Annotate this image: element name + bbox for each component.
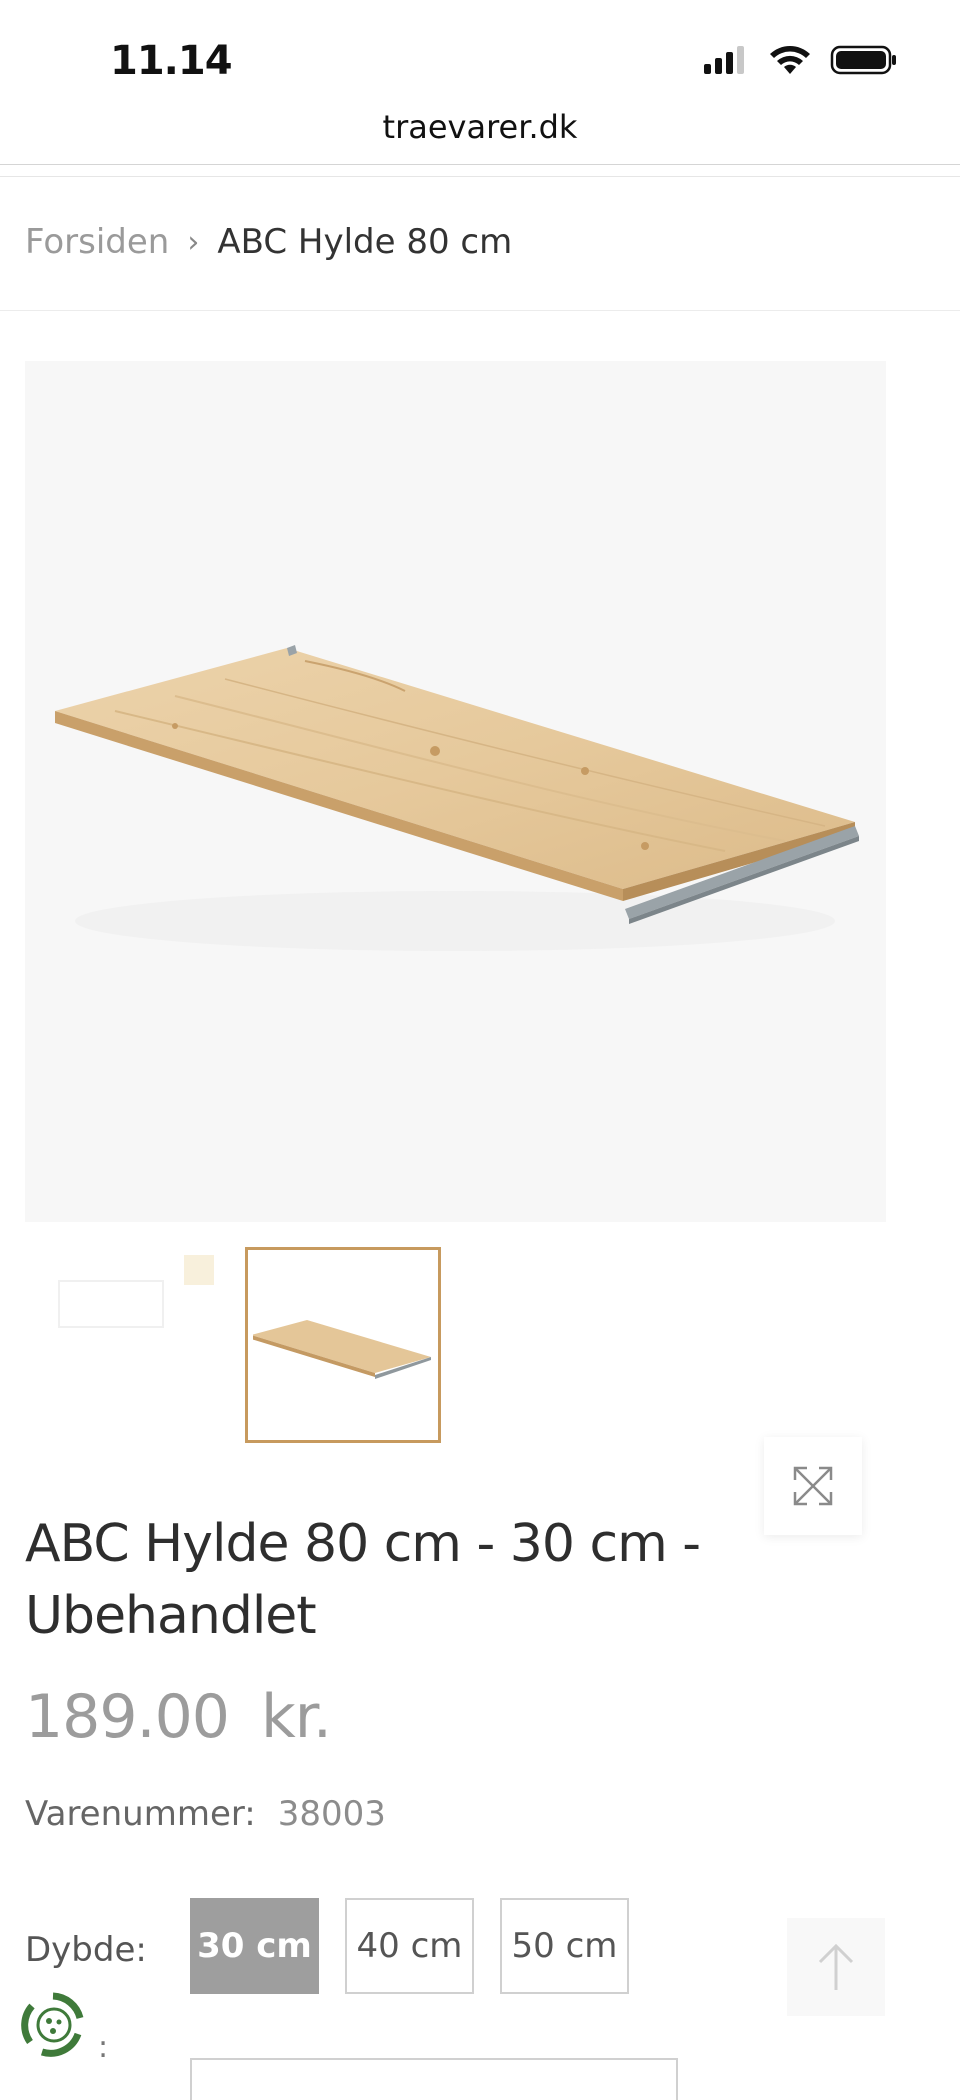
breadcrumb-current: ABC Hylde 80 cm: [217, 222, 513, 262]
thumbnail-2-selected[interactable]: [245, 1247, 441, 1443]
address-bar-divider: [0, 164, 960, 165]
depth-option-50cm[interactable]: 50 cm: [500, 1898, 629, 1994]
thumbnail-1[interactable]: [58, 1280, 164, 1328]
expand-arrows-icon: [793, 1466, 833, 1506]
breadcrumb-chevron-icon: ›: [187, 224, 200, 260]
price-value: 189.00: [25, 1682, 230, 1752]
product-sku: Varenummer: 38003: [25, 1794, 386, 1834]
shelf-board-image: [55, 645, 859, 951]
wifi-icon: [770, 46, 810, 74]
status-bar: 11.14: [0, 0, 960, 110]
option-label-2: :: [98, 2030, 109, 2065]
depth-option-40cm[interactable]: 40 cm: [345, 1898, 474, 1994]
breadcrumb-divider: [0, 310, 960, 311]
product-main-image[interactable]: [25, 361, 886, 1535]
breadcrumb-home-link[interactable]: Forsiden: [25, 222, 169, 262]
sku-value: 38003: [277, 1794, 386, 1834]
arrow-up-icon: [818, 1943, 854, 1990]
product-price: 189.00 kr.: [25, 1682, 332, 1752]
depth-label: Dybde:: [25, 1930, 147, 1970]
price-currency: kr.: [260, 1682, 332, 1752]
battery-icon: [830, 45, 896, 75]
scroll-to-top-button[interactable]: [787, 1918, 885, 2016]
sku-label: Varenummer:: [25, 1794, 256, 1834]
header-divider: [0, 176, 960, 177]
address-bar-url[interactable]: traevarer.dk: [0, 108, 960, 146]
product-title: ABC Hylde 80 cm - 30 cm - Ubehandlet: [25, 1514, 701, 1646]
status-icons: [702, 44, 898, 76]
depth-option-30cm[interactable]: 30 cm: [190, 1898, 319, 1994]
breadcrumb: Forsiden › ABC Hylde 80 cm: [25, 222, 512, 262]
cellular-signal-icon: [704, 46, 744, 74]
status-time: 11.14: [110, 38, 233, 84]
eco-recycle-badge-icon[interactable]: [18, 1990, 88, 2060]
option-select-2[interactable]: [190, 2058, 678, 2100]
shelf-thumbnail-image: [253, 1320, 431, 1379]
thumbnail-color-swatch[interactable]: [184, 1255, 214, 1285]
